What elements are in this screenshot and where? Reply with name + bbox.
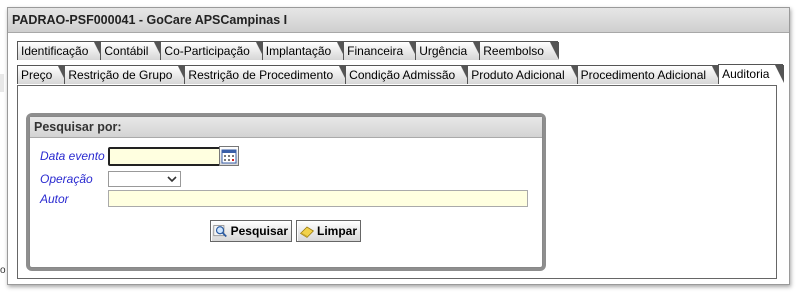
stray-character: o: [0, 265, 6, 276]
search-panel: Pesquisar por: Data evento Operação Auto…: [29, 116, 543, 268]
search-panel-title: Pesquisar por:: [30, 117, 542, 138]
tab-implantacao[interactable]: Implantação: [261, 41, 347, 60]
search-button-label: Pesquisar: [230, 224, 288, 238]
search-icon: [213, 225, 227, 238]
operacao-select[interactable]: [108, 171, 181, 187]
search-button[interactable]: Pesquisar: [210, 220, 292, 242]
tab-financeira[interactable]: Financeira: [343, 41, 419, 60]
clear-button[interactable]: Limpar: [296, 220, 361, 242]
data-evento-input[interactable]: [108, 147, 221, 166]
chevron-down-icon: [167, 176, 177, 183]
tab-restricao-procedimento[interactable]: Restrição de Procedimento: [184, 65, 348, 84]
tab-contabil[interactable]: Contábil: [100, 41, 164, 60]
clear-button-label: Limpar: [316, 224, 357, 238]
left-edge-marker: [0, 74, 4, 92]
eraser-icon: [299, 226, 315, 238]
tab-urgencia[interactable]: Urgência: [415, 41, 483, 60]
tab-condicao-admissao[interactable]: Condição Admissão: [345, 65, 471, 84]
operacao-label: Operação: [40, 172, 93, 186]
autor-label: Autor: [40, 192, 69, 206]
data-evento-label: Data evento: [40, 149, 105, 163]
tab-procedimento-adicional[interactable]: Procedimento Adicional: [576, 65, 722, 84]
main-window: PADRAO-PSF000041 - GoCare APSCampinas I …: [7, 7, 790, 285]
tab-reembolso[interactable]: Reembolso: [479, 41, 559, 60]
tab-produto-adicional[interactable]: Produto Adicional: [467, 65, 581, 84]
tab-row-2: Preço Restrição de Grupo Restrição de Pr…: [17, 64, 785, 84]
autor-input[interactable]: [108, 190, 528, 207]
tab-content-auditoria: Pesquisar por: Data evento Operação Auto…: [17, 85, 777, 279]
tab-restricao-grupo[interactable]: Restrição de Grupo: [64, 65, 188, 84]
window-title: PADRAO-PSF000041 - GoCare APSCampinas I: [8, 8, 789, 33]
tab-row-1: Identificação Contábil Co-Participação I…: [17, 41, 559, 60]
tab-identificacao[interactable]: Identificação: [17, 41, 104, 60]
calendar-icon: [221, 149, 237, 164]
tab-preco[interactable]: Preço: [17, 65, 68, 84]
tab-co-participacao[interactable]: Co-Participação: [160, 41, 266, 60]
tab-auditoria[interactable]: Auditoria: [718, 64, 785, 84]
calendar-button[interactable]: [219, 146, 239, 166]
